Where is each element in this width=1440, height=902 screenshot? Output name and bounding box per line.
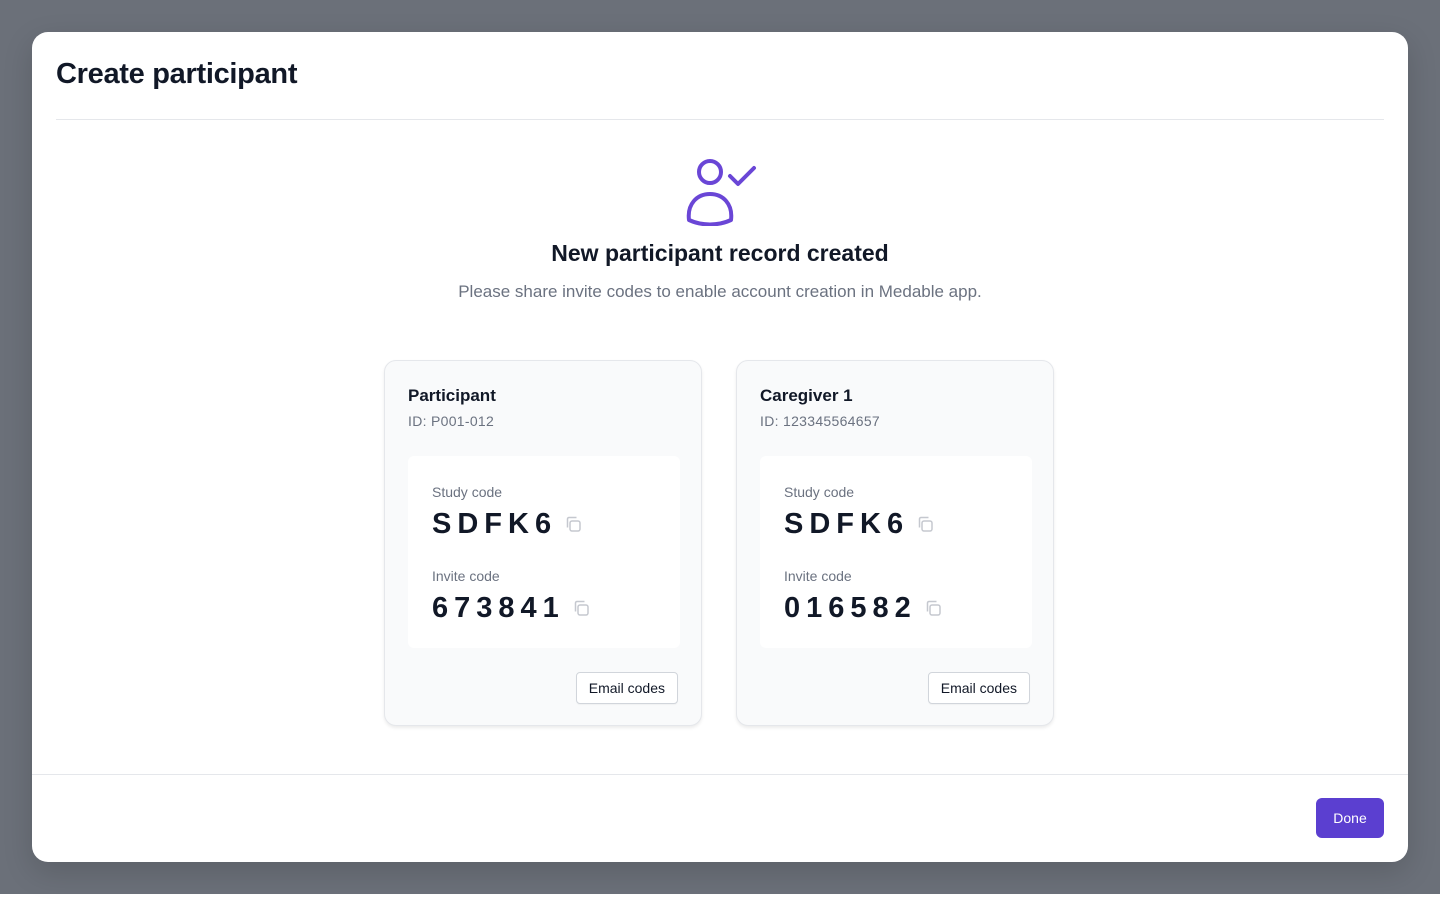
- invite-code-row: 673841: [432, 590, 591, 626]
- copy-study-code-icon[interactable]: [563, 514, 583, 534]
- invite-code-row: 016582: [784, 590, 943, 626]
- study-code-row: SDFK6: [432, 506, 583, 542]
- caregiver-card: Caregiver 1 ID: 123345564657 Study code …: [736, 360, 1054, 726]
- card-id: ID: 123345564657: [760, 413, 881, 429]
- invite-code-label: Invite code: [432, 568, 500, 584]
- header-divider: [56, 119, 1384, 120]
- codes-panel: Study code SDFK6 Invite code 673841: [408, 456, 680, 648]
- user-check-icon: [686, 159, 756, 226]
- card-id: ID: P001-012: [408, 413, 495, 429]
- invite-code-label: Invite code: [784, 568, 852, 584]
- modal-title: Create participant: [56, 58, 298, 90]
- page-bottom-strip: [0, 894, 1440, 902]
- card-name: Participant: [408, 386, 496, 405]
- study-code-row: SDFK6: [784, 506, 935, 542]
- invite-code-value: 016582: [784, 591, 917, 624]
- success-subtext: Please share invite codes to enable acco…: [458, 282, 982, 301]
- participant-card: Participant ID: P001-012 Study code SDFK…: [384, 360, 702, 726]
- invite-code-value: 673841: [432, 591, 565, 624]
- email-codes-button[interactable]: Email codes: [927, 672, 1030, 704]
- done-button[interactable]: Done: [1316, 798, 1384, 838]
- study-code-label: Study code: [432, 484, 503, 500]
- study-code-value: SDFK6: [784, 507, 910, 540]
- study-code-label: Study code: [784, 484, 855, 500]
- copy-invite-code-icon[interactable]: [571, 598, 591, 618]
- success-heading: New participant record created: [551, 240, 889, 266]
- email-codes-button[interactable]: Email codes: [575, 672, 678, 704]
- card-name: Caregiver 1: [760, 386, 853, 405]
- study-code-value: SDFK6: [432, 507, 558, 540]
- footer-divider: [32, 774, 1408, 775]
- codes-panel: Study code SDFK6 Invite code 016582: [760, 456, 1032, 648]
- copy-study-code-icon[interactable]: [915, 514, 935, 534]
- copy-invite-code-icon[interactable]: [923, 598, 943, 618]
- create-participant-modal: Create participant New participant recor…: [32, 32, 1408, 862]
